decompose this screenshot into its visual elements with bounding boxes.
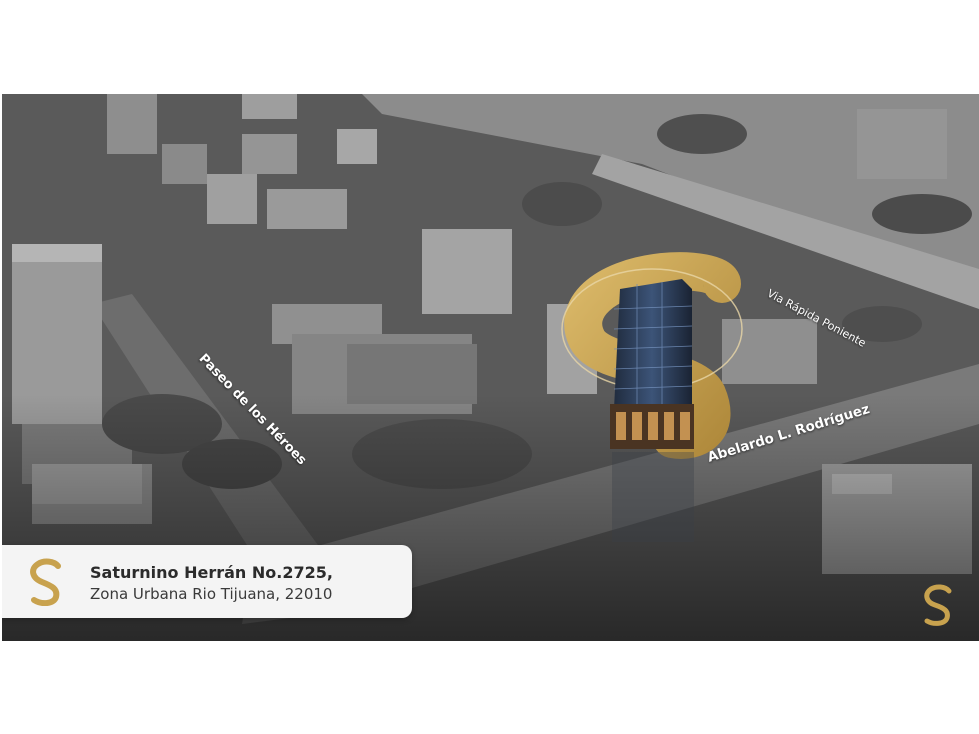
address-card: Saturnino Herrán No.2725, Zona Urbana Ri… (2, 545, 412, 618)
corner-s-logo-icon (924, 584, 952, 626)
location-slide: Paseo de los Héroes Abelardo L. Rodrígue… (2, 94, 979, 641)
address-zone: Zona Urbana Rio Tijuana, 22010 (90, 585, 333, 603)
s-monogram-logo-icon (30, 558, 61, 606)
address-street: Saturnino Herrán No.2725, (90, 563, 333, 582)
